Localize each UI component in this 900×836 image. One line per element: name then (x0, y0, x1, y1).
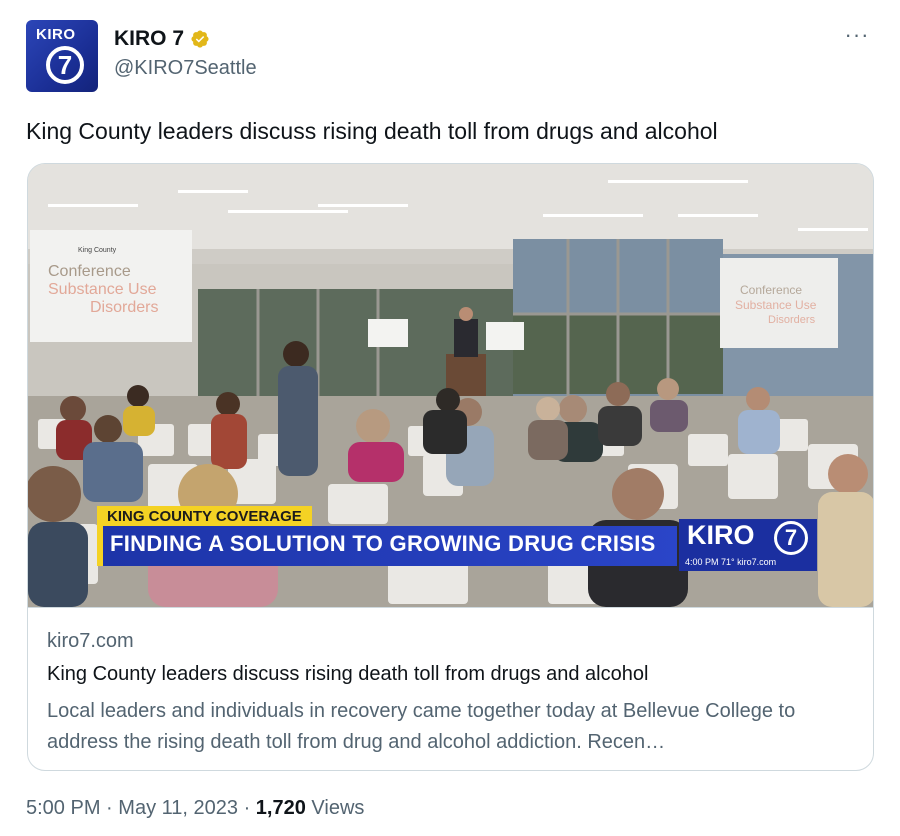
views-label: Views (311, 797, 365, 819)
right-screen-line3: Disorders (768, 314, 816, 326)
lower-third-logo-number: 7 (774, 521, 808, 555)
lower-third-headline: FINDING A SOLUTION TO GROWING DRUG CRISI… (110, 531, 656, 556)
tweet-time[interactable]: 5:00 PM (26, 797, 100, 819)
lower-third-tag: KING COUNTY COVERAGE (97, 506, 312, 526)
card-image[interactable]: King County Conference Substance Use Dis… (28, 164, 873, 607)
tweet-timestamp: 5:00 PM · May 11, 2023 · 1,720 Views (26, 797, 364, 820)
card-title[interactable]: King County leaders discuss rising death… (47, 663, 648, 686)
author-display-name[interactable]: KIRO 7 (114, 27, 184, 51)
card-description: Local leaders and individuals in recover… (47, 700, 796, 753)
left-screen-brand: King County (78, 247, 117, 254)
views-count: 1,720 (255, 797, 306, 819)
tweet-text: King County leaders discuss rising death… (26, 118, 718, 144)
card-domain[interactable]: kiro7.com (47, 630, 134, 653)
author-avatar[interactable]: KIRO 7 (26, 20, 98, 92)
left-screen-line2: Substance Use (48, 281, 157, 298)
link-card[interactable]: King County Conference Substance Use Dis… (27, 163, 874, 771)
card-meta[interactable]: kiro7.com King County leaders discuss ri… (28, 607, 873, 770)
separator: · (106, 797, 113, 819)
right-screen-line1: Conference (740, 283, 802, 297)
lower-third-logo-sub: 4:00 PM 71° kiro7.com (685, 557, 777, 567)
left-screen-line1: Conference (48, 263, 131, 280)
left-screen-line3: Disorders (90, 299, 158, 316)
avatar-logo-number: 7 (46, 46, 84, 84)
author-name-row[interactable]: KIRO 7 (114, 27, 210, 51)
separator: · (243, 797, 251, 819)
tweet[interactable]: KIRO 7 KIRO 7 @KIRO7Seattle ··· King Cou… (0, 0, 900, 836)
verified-badge-icon[interactable] (190, 29, 210, 49)
more-options-icon[interactable]: ··· (844, 24, 870, 48)
tweet-date[interactable]: May 11, 2023 (118, 797, 238, 819)
right-screen-line2: Substance Use (735, 298, 817, 312)
avatar-logo-text: KIRO (36, 26, 76, 43)
lower-third-logo-text: KIRO (687, 520, 755, 550)
author-handle[interactable]: @KIRO7Seattle (114, 57, 257, 80)
